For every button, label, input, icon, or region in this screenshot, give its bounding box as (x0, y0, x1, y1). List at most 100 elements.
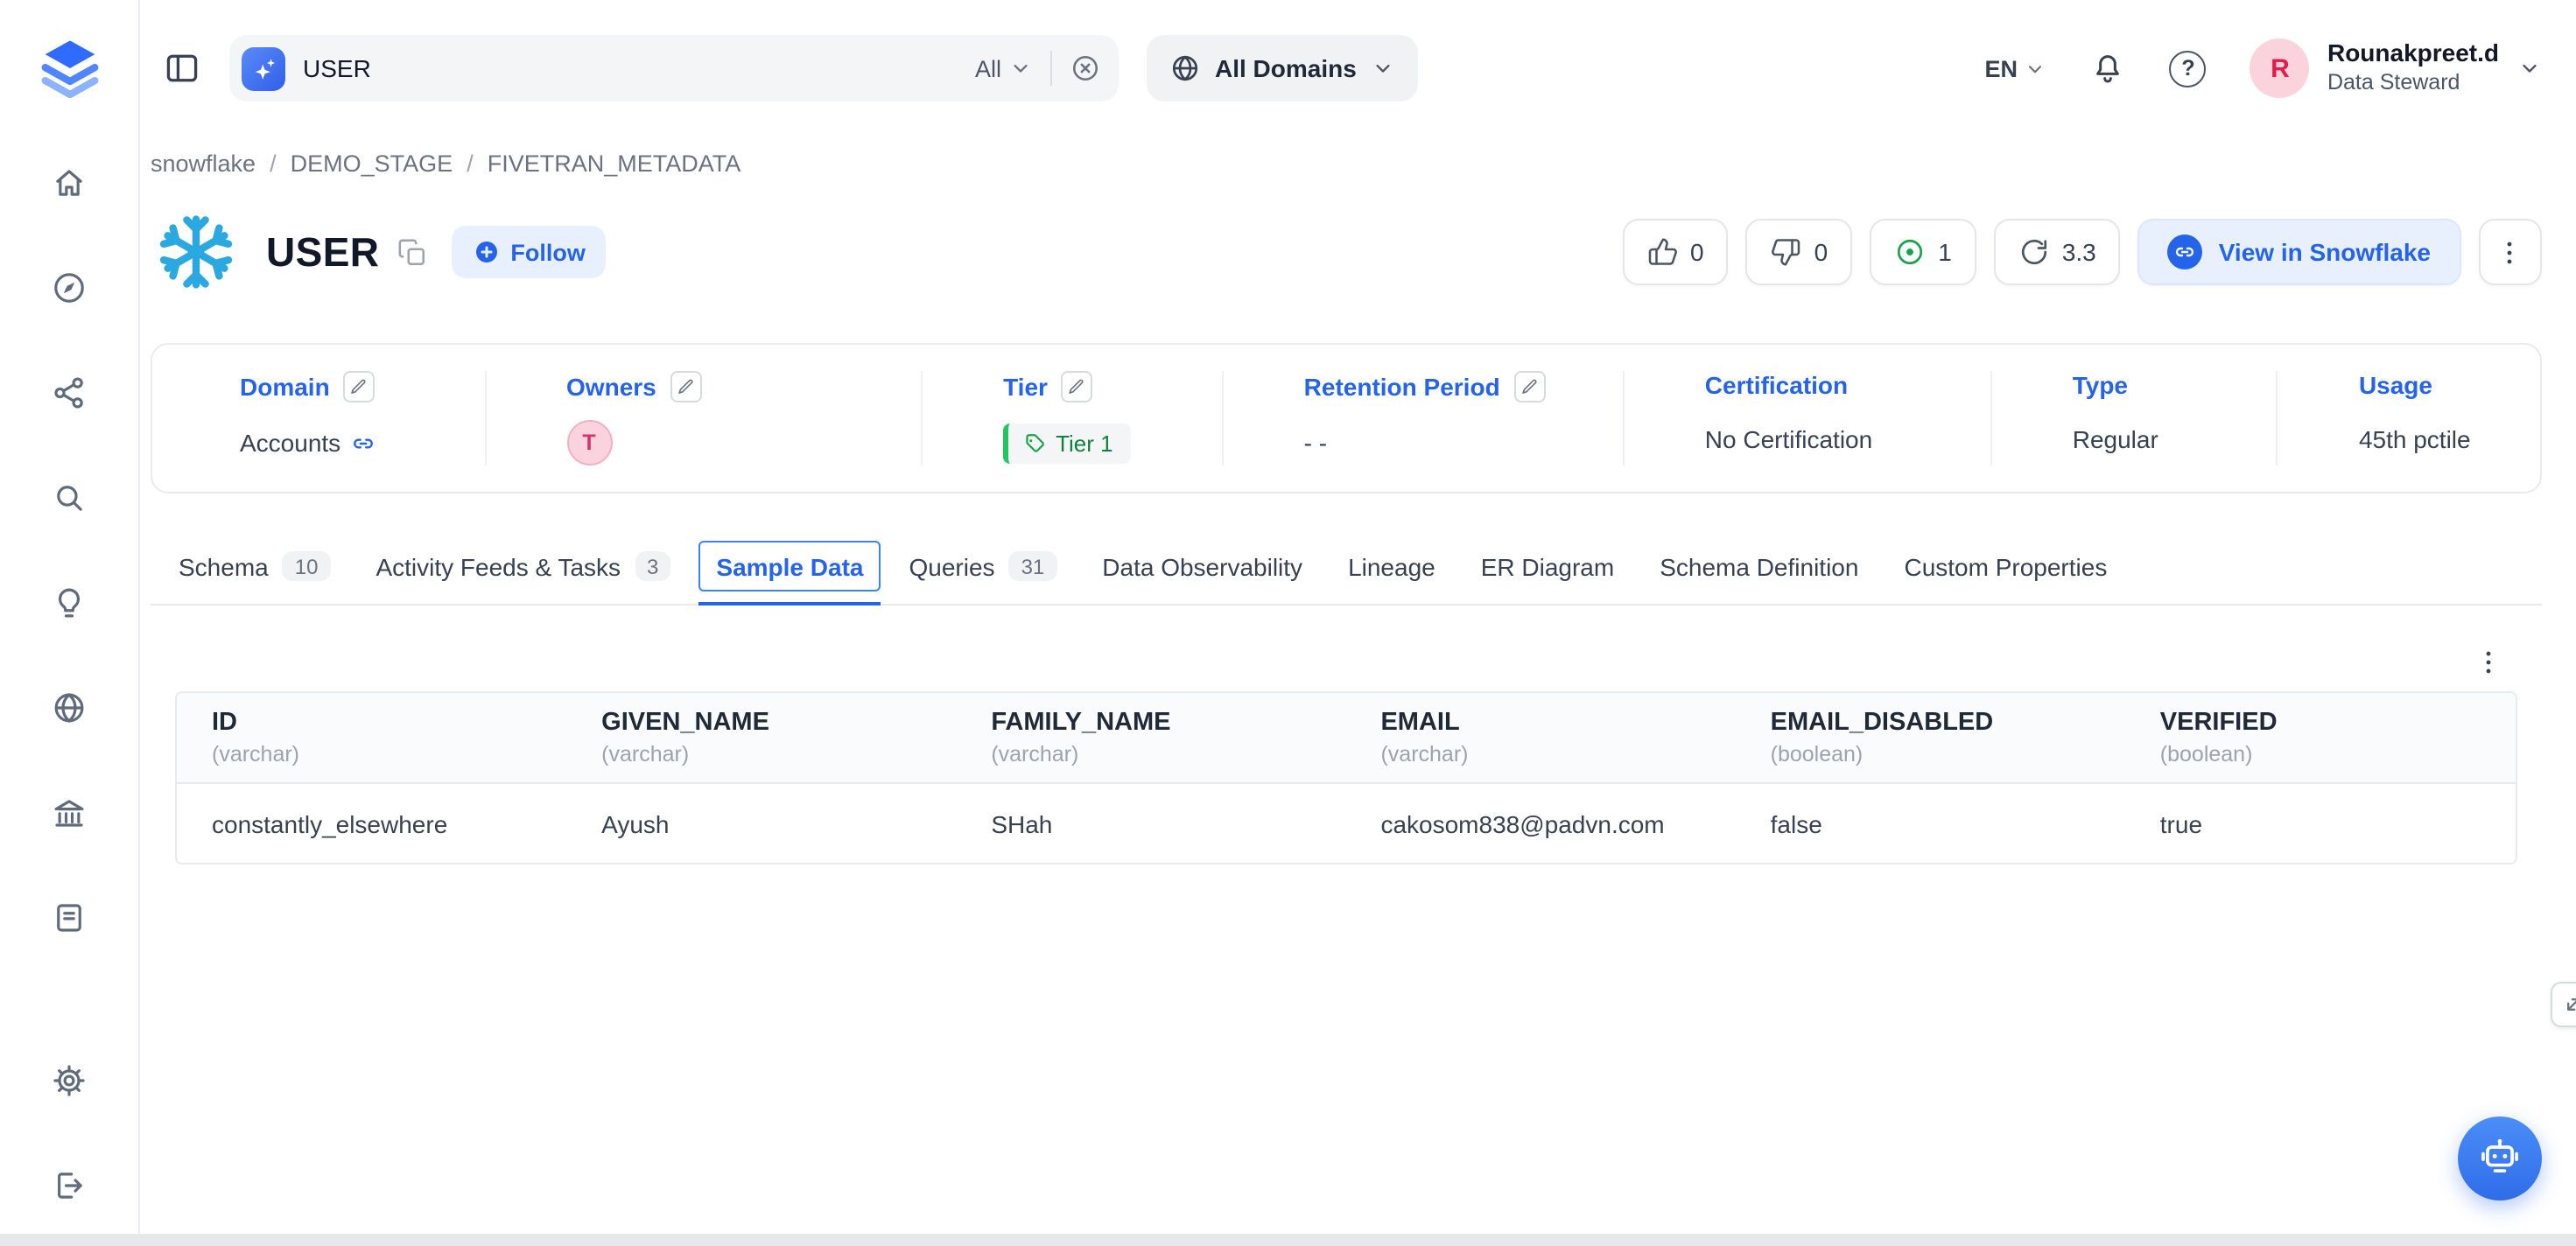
view-in-snowflake-label: View in Snowflake (2219, 238, 2431, 266)
follow-label: Follow (510, 239, 586, 265)
tab-count-badge: 10 (283, 551, 331, 581)
home-icon (51, 164, 88, 200)
tier-badge[interactable]: Tier 1 (1003, 423, 1131, 463)
edge-expand-button[interactable] (2550, 982, 2576, 1027)
main-area: All All Domains EN (140, 0, 2576, 1246)
sidebar-item-governance[interactable] (34, 777, 104, 847)
sidebar-item-graph[interactable] (34, 357, 104, 427)
chevron-down-icon (1008, 56, 1033, 80)
all-domains-button[interactable]: All Domains (1147, 35, 1418, 102)
tab-er-diagram[interactable]: ER Diagram (1481, 528, 1615, 604)
field-label: Certification (1705, 371, 1848, 399)
global-search-bar[interactable]: All (229, 35, 1119, 102)
edit-tier-button[interactable] (1062, 371, 1093, 402)
kebab-menu-icon (2473, 648, 2502, 677)
tab-schema-definition[interactable]: Schema Definition (1660, 528, 1858, 604)
link-icon (2168, 234, 2203, 270)
search-scope-label: All (975, 55, 1001, 81)
asset-more-actions-button[interactable] (2478, 219, 2541, 285)
sidebar-item-insights[interactable] (34, 567, 104, 637)
logout-icon (51, 1166, 88, 1203)
downvote-button[interactable]: 0 (1746, 219, 1853, 285)
popularity-button[interactable]: 3.3 (1994, 219, 2121, 285)
view-in-snowflake-button[interactable]: View in Snowflake (2138, 219, 2460, 285)
sidebar-item-web[interactable] (34, 672, 104, 742)
field-label: Usage (2359, 371, 2432, 399)
globe-icon (1169, 52, 1201, 84)
notifications-button[interactable] (2091, 51, 2126, 86)
thumbs-down-icon (1771, 236, 1802, 268)
tab-data-observability[interactable]: Data Observability (1102, 528, 1302, 604)
retention-value: - - (1304, 429, 1327, 457)
window-bottom-strip (0, 1234, 2576, 1246)
target-circle-icon (1894, 236, 1926, 268)
language-selector[interactable]: EN (1984, 55, 2047, 81)
breadcrumb-separator: / (270, 150, 277, 177)
snowflake-logo-icon (151, 206, 242, 298)
user-menu[interactable]: R Rounakpreet.d Data Steward (2250, 38, 2541, 98)
search-input[interactable] (303, 54, 958, 82)
search-divider (1050, 51, 1052, 86)
field-label: Type (2073, 371, 2128, 399)
breadcrumb-connection[interactable]: snowflake (151, 150, 256, 177)
metadata-field-tier: Tier Tier 1 (921, 371, 1222, 466)
breadcrumb-database[interactable]: DEMO_STAGE (291, 150, 453, 177)
help-button[interactable]: ? (2170, 50, 2207, 87)
tab-label: Lineage (1348, 552, 1435, 580)
tag-icon (1022, 431, 1045, 454)
sidebar-item-home[interactable] (34, 147, 104, 217)
pencil-icon (677, 378, 695, 396)
sample-data-more-button[interactable] (2473, 648, 2502, 677)
follow-button[interactable]: Follow (451, 226, 607, 278)
watchers-button[interactable]: 1 (1870, 219, 1976, 285)
network-graph-icon (51, 374, 88, 410)
domain-value[interactable]: Accounts (240, 429, 340, 457)
breadcrumb-separator: / (467, 150, 474, 177)
link-icon (351, 431, 374, 454)
sidebar-item-discovery[interactable] (34, 462, 104, 532)
sidebar-toggle-button[interactable] (163, 49, 201, 88)
sidebar-item-explore[interactable] (34, 252, 104, 322)
tab-sample-data[interactable]: Sample Data (716, 528, 863, 604)
tab-activity-feeds[interactable]: Activity Feeds & Tasks 3 (376, 528, 670, 604)
asset-page: snowflake / DEMO_STAGE / FIVETRAN_METADA… (140, 150, 2576, 864)
owner-avatar[interactable]: T (566, 420, 612, 466)
metadata-field-usage: Usage 45th pctile (2277, 371, 2539, 466)
user-name: Rounakpreet.d (2327, 39, 2499, 70)
page-title: USER (266, 228, 379, 276)
topbar: All All Domains EN (140, 0, 2576, 136)
edit-domain-button[interactable] (344, 371, 376, 402)
panel-left-icon (163, 49, 201, 88)
magnifier-icon (51, 479, 88, 515)
chat-assistant-button[interactable] (2457, 1116, 2541, 1200)
clear-search-button[interactable] (1070, 52, 1101, 84)
edit-owners-button[interactable] (670, 371, 702, 402)
sidebar-item-reports[interactable] (34, 882, 104, 952)
tab-custom-properties[interactable]: Custom Properties (1904, 528, 2107, 604)
ai-search-icon (242, 46, 285, 90)
watchers-count: 1 (1938, 238, 1952, 266)
question-mark-icon: ? (2181, 56, 2194, 80)
robot-icon (2476, 1136, 2522, 1181)
search-scope-dropdown[interactable]: All (975, 55, 1033, 81)
atlan-logo[interactable] (32, 32, 106, 105)
copy-name-button[interactable] (397, 237, 426, 267)
tab-lineage[interactable]: Lineage (1348, 528, 1435, 604)
breadcrumb-schema[interactable]: FIVETRAN_METADATA (488, 150, 741, 177)
column-header: ID(varchar) (177, 693, 566, 783)
upvote-count: 0 (1690, 238, 1704, 266)
metadata-field-type: Type Regular (1990, 371, 2277, 466)
sidebar-item-logout[interactable] (34, 1150, 104, 1220)
tab-schema[interactable]: Schema 10 (179, 528, 330, 604)
chevron-down-icon (1371, 56, 1395, 80)
field-label: Tier (1003, 373, 1048, 401)
cell: false (1736, 783, 2125, 863)
upvote-button[interactable]: 0 (1622, 219, 1729, 285)
tab-label: Schema (179, 552, 269, 580)
column-header: FAMILY_NAME(varchar) (956, 693, 1345, 783)
edit-retention-button[interactable] (1514, 371, 1546, 402)
asset-actions: 0 0 1 3.3 (1622, 219, 2541, 285)
tab-queries[interactable]: Queries 31 (909, 528, 1057, 604)
sidebar-item-settings[interactable] (34, 1045, 104, 1115)
metadata-field-owners: Owners T (484, 371, 921, 466)
